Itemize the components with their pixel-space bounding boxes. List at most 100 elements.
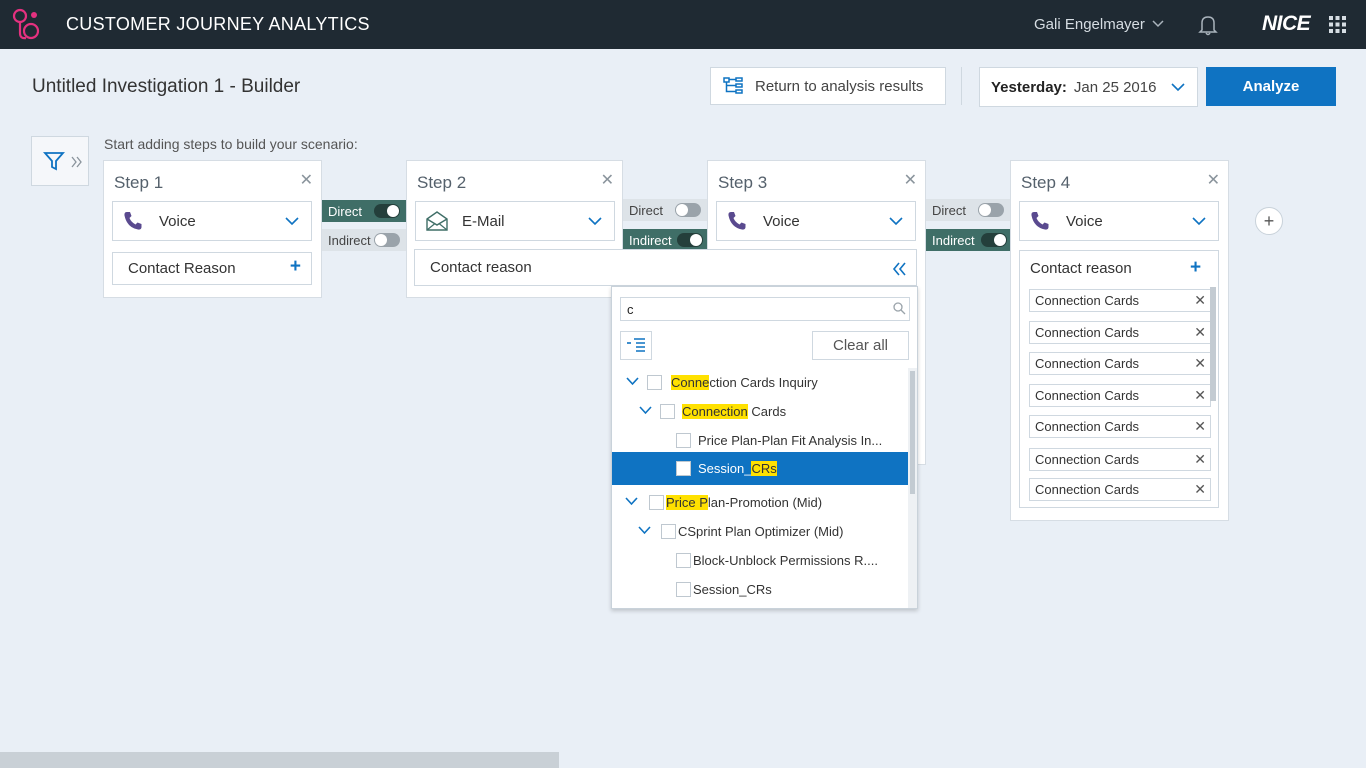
search-input[interactable]: [620, 297, 910, 321]
checkbox[interactable]: [676, 461, 691, 476]
reason-tag: Connection Cards ✕: [1029, 478, 1211, 501]
connector-indirect-toggle[interactable]: Indirect: [322, 229, 406, 251]
chevron-down-icon[interactable]: [638, 526, 651, 535]
remove-icon[interactable]: ✕: [1194, 292, 1206, 309]
date-range-select[interactable]: Yesterday: Jan 25 2016: [979, 67, 1198, 107]
phone-icon: [727, 211, 749, 231]
app-logo-icon[interactable]: [12, 7, 46, 41]
scrollbar-thumb[interactable]: [1210, 287, 1216, 401]
return-label: Return to analysis results: [755, 77, 924, 95]
add-step-button[interactable]: +: [1255, 207, 1283, 235]
remove-icon[interactable]: ✕: [1194, 387, 1206, 404]
checkbox[interactable]: [649, 495, 664, 510]
top-bar: CUSTOMER JOURNEY ANALYTICS Gali Engelmay…: [0, 0, 1366, 49]
phone-icon: [123, 211, 145, 231]
contact-reason-label: Contact reason: [430, 259, 532, 276]
filter-icon: [43, 152, 65, 171]
direct-label: Direct: [328, 203, 362, 219]
tree-item[interactable]: Block-Unblock Permissions R....: [612, 546, 908, 575]
scrollbar-thumb[interactable]: [910, 371, 915, 494]
connector-indirect-toggle[interactable]: Indirect: [623, 229, 707, 251]
indirect-label: Indirect: [328, 232, 371, 248]
checkbox[interactable]: [660, 404, 675, 419]
checkbox[interactable]: [647, 375, 662, 390]
chevron-down-icon: [285, 217, 299, 226]
tree-item[interactable]: Price Plan-Promotion (Mid): [612, 488, 908, 517]
connector-indirect-toggle[interactable]: Indirect: [926, 229, 1010, 251]
bell-icon[interactable]: [1198, 14, 1218, 36]
horizontal-scrollbar[interactable]: [0, 752, 559, 768]
connector-direct-toggle[interactable]: Direct: [623, 199, 707, 221]
step-card-4: Step 4 ✕ Voice Contact reason + Connecti…: [1010, 160, 1229, 521]
tree-item-selected[interactable]: Session_CRs: [612, 452, 908, 485]
toggle-switch[interactable]: [677, 233, 703, 247]
analyze-button[interactable]: Analyze: [1206, 67, 1336, 106]
channel-select[interactable]: Voice: [1019, 201, 1219, 241]
channel-select[interactable]: Voice: [112, 201, 312, 241]
chevron-down-icon[interactable]: [625, 497, 638, 506]
step-title: Step 3: [718, 173, 768, 192]
filter-panel-toggle[interactable]: [31, 136, 89, 186]
channel-select[interactable]: Voice: [716, 201, 916, 241]
contact-reason-field[interactable]: Contact Reason +: [112, 252, 312, 285]
toggle-switch[interactable]: [978, 203, 1004, 217]
tree-item[interactable]: Session_CRs: [612, 575, 908, 604]
close-icon[interactable]: ✕: [601, 170, 614, 190]
tree-item-label: Connection Cards Inquiry: [671, 375, 818, 390]
remove-icon[interactable]: ✕: [1194, 481, 1206, 498]
date-value: Jan 25 2016: [1073, 78, 1157, 96]
close-icon[interactable]: ✕: [300, 170, 313, 190]
clear-all-button[interactable]: Clear all: [812, 331, 909, 360]
remove-icon[interactable]: ✕: [1194, 418, 1206, 435]
close-icon[interactable]: ✕: [904, 170, 917, 190]
tree-item-label: Price Plan-Promotion (Mid): [666, 495, 823, 510]
toggle-switch[interactable]: [374, 233, 400, 247]
reason-tag: Connection Cards ✕: [1029, 352, 1211, 375]
chevron-down-icon[interactable]: [1152, 18, 1164, 28]
tree-item[interactable]: Connection Cards: [612, 397, 908, 426]
close-icon[interactable]: ✕: [1207, 170, 1220, 190]
chevron-down-icon[interactable]: [626, 377, 639, 386]
contact-reason-dropdown: Clear all Connection Cards Inquiry Conne…: [611, 286, 918, 609]
checkbox[interactable]: [676, 553, 691, 568]
checkbox[interactable]: [661, 524, 676, 539]
chevron-down-icon: [588, 217, 602, 226]
remove-icon[interactable]: ✕: [1194, 324, 1206, 341]
app-grid-icon[interactable]: [1329, 16, 1346, 33]
page-title: Untitled Investigation 1 - Builder: [32, 76, 301, 97]
reason-tag: Connection Cards ✕: [1029, 289, 1211, 312]
email-icon: [426, 211, 448, 231]
expand-all-button[interactable]: [620, 331, 652, 360]
toggle-switch[interactable]: [981, 233, 1007, 247]
user-menu[interactable]: Gali Engelmayer: [1034, 16, 1145, 33]
add-icon[interactable]: +: [1190, 257, 1201, 279]
reason-tag: Connection Cards ✕: [1029, 384, 1211, 407]
double-chevron-left-icon[interactable]: [892, 262, 906, 276]
checkbox[interactable]: [676, 433, 691, 448]
double-chevron-right-icon: [71, 156, 82, 168]
reason-tree: Connection Cards Inquiry Connection Card…: [612, 368, 908, 608]
date-label: Yesterday:: [991, 78, 1067, 96]
tree-item[interactable]: CSprint Plan Optimizer (Mid): [612, 517, 908, 546]
connector-direct-toggle[interactable]: Direct: [322, 200, 406, 222]
checkbox[interactable]: [676, 582, 691, 597]
tree-item[interactable]: Connection Cards Inquiry: [612, 368, 908, 397]
connector-direct-toggle[interactable]: Direct: [926, 199, 1010, 221]
channel-select[interactable]: E-Mail: [415, 201, 615, 241]
add-icon[interactable]: +: [290, 256, 301, 278]
divider: [961, 67, 962, 105]
tree-item-label: Session_CRs: [698, 461, 777, 476]
contact-reason-field[interactable]: Contact reason: [414, 249, 917, 286]
toggle-switch[interactable]: [374, 204, 400, 218]
channel-label: Voice: [1066, 212, 1103, 230]
reason-tag: Connection Cards ✕: [1029, 321, 1211, 344]
remove-icon[interactable]: ✕: [1194, 355, 1206, 372]
chevron-down-icon: [1171, 83, 1185, 92]
chevron-down-icon[interactable]: [639, 406, 652, 415]
builder-hint: Start adding steps to build your scenari…: [104, 136, 358, 152]
toggle-switch[interactable]: [675, 203, 701, 217]
tree-item-label: Price Plan-Plan Fit Analysis In...: [698, 433, 883, 448]
tree-item[interactable]: Price Plan-Plan Fit Analysis In...: [612, 426, 908, 455]
remove-icon[interactable]: ✕: [1194, 451, 1206, 468]
return-to-results-button[interactable]: Return to analysis results: [710, 67, 946, 105]
